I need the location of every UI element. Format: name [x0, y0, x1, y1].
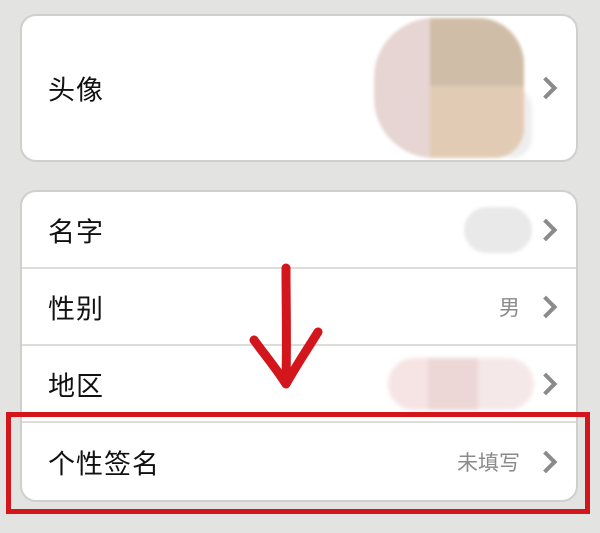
chevron-right-icon: [534, 218, 558, 241]
avatar-label: 头像: [48, 75, 104, 107]
region-label: 地区: [48, 371, 104, 402]
gender-label: 性别: [48, 294, 104, 325]
chevron-right-icon: [534, 76, 558, 100]
name-label: 名字: [48, 217, 104, 248]
avatar: [374, 18, 524, 158]
avatar-row[interactable]: 头像: [22, 16, 576, 160]
highlight-box-annotation: [6, 412, 590, 514]
chevron-right-icon: [534, 295, 558, 318]
chevron-right-icon: [534, 372, 558, 395]
gender-value: 男: [499, 295, 520, 320]
name-value-blurred: [464, 206, 532, 253]
name-row[interactable]: 名字: [22, 192, 576, 269]
down-arrow-annotation-icon: [249, 263, 323, 389]
region-value-blurred: [388, 357, 534, 410]
avatar-card: 头像: [20, 14, 578, 162]
